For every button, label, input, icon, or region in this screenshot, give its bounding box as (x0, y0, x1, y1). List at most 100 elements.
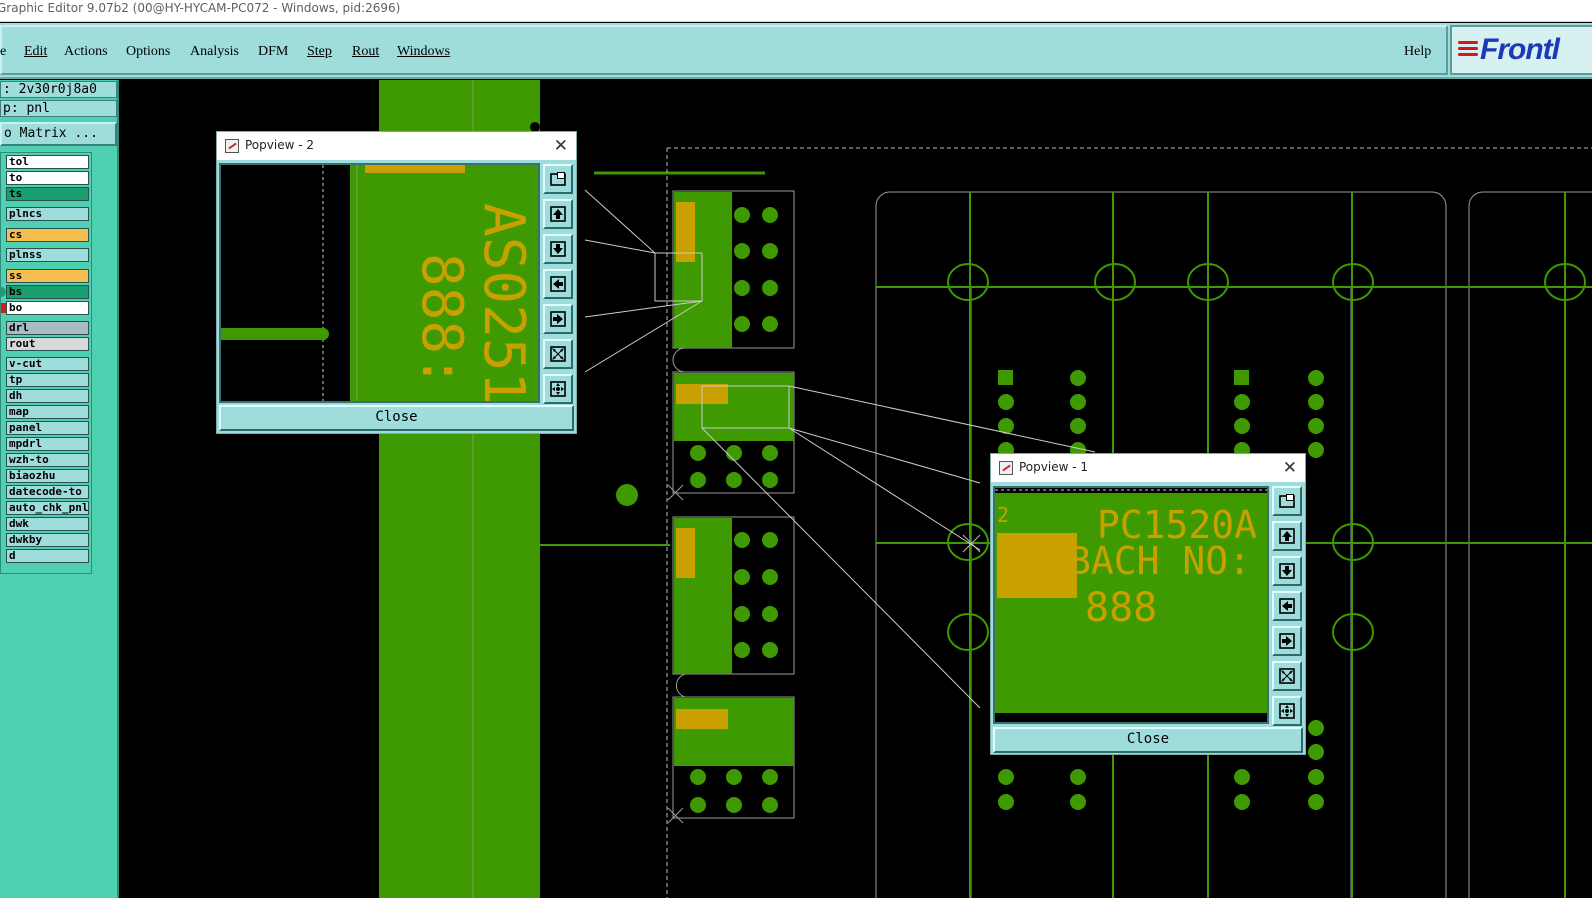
pan-left-button[interactable] (543, 269, 573, 299)
board-2 (672, 371, 795, 494)
zoom-home-button[interactable] (1272, 696, 1302, 726)
pan-up-button[interactable] (1272, 521, 1302, 551)
zoom-fit-button[interactable] (1272, 661, 1302, 691)
menu-help[interactable]: Help (1404, 44, 1431, 60)
menu-edit[interactable]: Edit (24, 44, 47, 60)
layer-auto_chk_pnl[interactable]: auto_chk_pnl (6, 501, 89, 515)
zoom-fit-button[interactable] (543, 339, 573, 369)
zoom-window-icon (550, 172, 566, 186)
popview-1-graphics: PC1520A BACH NO: 888 2 (995, 489, 1267, 713)
pan-left-button[interactable] (1272, 591, 1302, 621)
layer-plncs[interactable]: plncs (6, 207, 89, 221)
layer-tp[interactable]: tp (6, 373, 89, 387)
pan-right-button[interactable] (1272, 626, 1302, 656)
layer-to[interactable]: to (6, 171, 89, 185)
layer-wzh-to[interactable]: wzh-to (6, 453, 89, 467)
popview-2-graphics: AS0251PC 888: (221, 165, 538, 401)
layer-map[interactable]: map (6, 405, 89, 419)
pan-up-icon (550, 206, 566, 222)
board-3 (672, 516, 795, 675)
zoom-window-button[interactable] (543, 164, 573, 194)
layer-side-marker (1, 303, 6, 313)
layer-plnss[interactable]: plnss (6, 248, 89, 262)
pan-right-button[interactable] (543, 304, 573, 334)
popview-2-view[interactable]: AS0251PC 888: (219, 163, 540, 403)
zoom-fit-icon (550, 346, 566, 362)
layer-datecode-to[interactable]: datecode-to (6, 485, 89, 499)
layer-dwk[interactable]: dwk (6, 517, 89, 531)
popview-app-icon (225, 139, 239, 153)
popview-1-silk-4: 2 (997, 503, 1009, 527)
vendor-logo: Frontl (1450, 25, 1592, 75)
popview-1-window: Popview - 1 ✕ PC1520A BACH NO: 888 2 Clo… (990, 453, 1306, 755)
popview-1-view[interactable]: PC1520A BACH NO: 888 2 (993, 486, 1269, 724)
layer-tol[interactable]: tol (6, 155, 89, 169)
window-title: Graphic Editor 9.07b2 (00@HY-HYCAM-PC072… (0, 1, 401, 15)
layer-d[interactable]: d (6, 549, 89, 563)
menu-bar-inner: e Edit Actions Options Analysis DFM Step… (0, 25, 1448, 75)
menu-rout[interactable]: Rout (352, 44, 379, 60)
zoom-home-icon (550, 381, 566, 397)
popview-2-title: Popview - 2 (245, 138, 314, 152)
pan-right-icon (1279, 633, 1295, 649)
popview-1-close-icon[interactable]: ✕ (1283, 458, 1297, 478)
layer-drl[interactable]: drl (6, 321, 89, 335)
layer-rout[interactable]: rout (6, 337, 89, 351)
zoom-window-icon (1279, 494, 1295, 508)
popview-2-titlebar[interactable]: Popview - 2 ✕ (217, 132, 576, 160)
popview-2-silk-2: 888: (409, 253, 474, 388)
menu-file[interactable]: e (0, 44, 6, 60)
pan-down-button[interactable] (1272, 556, 1302, 586)
board-1 (672, 190, 795, 349)
popview-1-silk-3: 888 (1085, 585, 1157, 631)
zoom-fit-icon (1279, 668, 1295, 684)
popview-1-close-button[interactable]: Close (993, 727, 1303, 753)
popview-2-close-icon[interactable]: ✕ (554, 136, 568, 156)
popview-2-window: Popview - 2 ✕ AS0251PC 888: Close (216, 131, 577, 434)
pan-up-icon (1279, 528, 1295, 544)
pan-down-icon (1279, 563, 1295, 579)
menu-options[interactable]: Options (126, 44, 170, 60)
menu-step[interactable]: Step (307, 44, 332, 60)
pan-left-icon (1279, 598, 1295, 614)
popview-2-toolbar (543, 164, 575, 409)
menu-actions[interactable]: Actions (64, 44, 108, 60)
logo-mark-icon (1458, 41, 1478, 59)
layer-dh[interactable]: dh (6, 389, 89, 403)
window-titlebar: Graphic Editor 9.07b2 (00@HY-HYCAM-PC072… (0, 0, 1592, 22)
layer-v-cut[interactable]: v-cut (6, 357, 89, 371)
layer-list: tol to ts plncs cs plnss ss bs bo drl rout v-cut tp d… (0, 152, 92, 574)
layer-biaozhu[interactable]: biaozhu (6, 469, 89, 483)
layer-dwkby[interactable]: dwkby (6, 533, 89, 547)
layer-cs[interactable]: cs (6, 228, 89, 242)
job-name-row: : 2v30r0j8a0 (0, 81, 117, 98)
zoom-home-icon (1279, 703, 1295, 719)
layer-bs[interactable]: bs (6, 285, 89, 299)
layer-mpdrl[interactable]: mpdrl (6, 437, 89, 451)
menu-bar: e Edit Actions Options Analysis DFM Step… (0, 23, 1592, 79)
popview-1-titlebar[interactable]: Popview - 1 ✕ (991, 454, 1305, 482)
pan-up-button[interactable] (543, 199, 573, 229)
pan-down-icon (550, 241, 566, 257)
board-4 (672, 696, 795, 819)
layer-ts[interactable]: ts (6, 187, 89, 201)
zoom-home-button[interactable] (543, 374, 573, 404)
popview-2-silk-1: AS0251PC (471, 203, 536, 401)
pan-left-icon (550, 276, 566, 292)
menu-dfm[interactable]: DFM (258, 44, 288, 60)
zoom-window-button[interactable] (1272, 486, 1302, 516)
matrix-button[interactable]: o Matrix ... (0, 122, 117, 146)
popview-1-silk-2: BACH NO: (1068, 539, 1251, 583)
popview-1-toolbar (1272, 486, 1304, 731)
step-name-row: p: pnl (0, 100, 117, 117)
layer-panel[interactable]: panel (6, 421, 89, 435)
layer-ss[interactable]: ss (6, 269, 89, 283)
menu-analysis[interactable]: Analysis (190, 44, 239, 60)
pan-right-icon (550, 311, 566, 327)
menu-windows[interactable]: Windows (397, 44, 450, 60)
pan-down-button[interactable] (543, 234, 573, 264)
popview-1-title: Popview - 1 (1019, 460, 1088, 474)
logo-text: Frontl (1480, 33, 1560, 66)
layer-bo[interactable]: bo (6, 301, 89, 315)
popview-2-close-button[interactable]: Close (219, 405, 574, 431)
